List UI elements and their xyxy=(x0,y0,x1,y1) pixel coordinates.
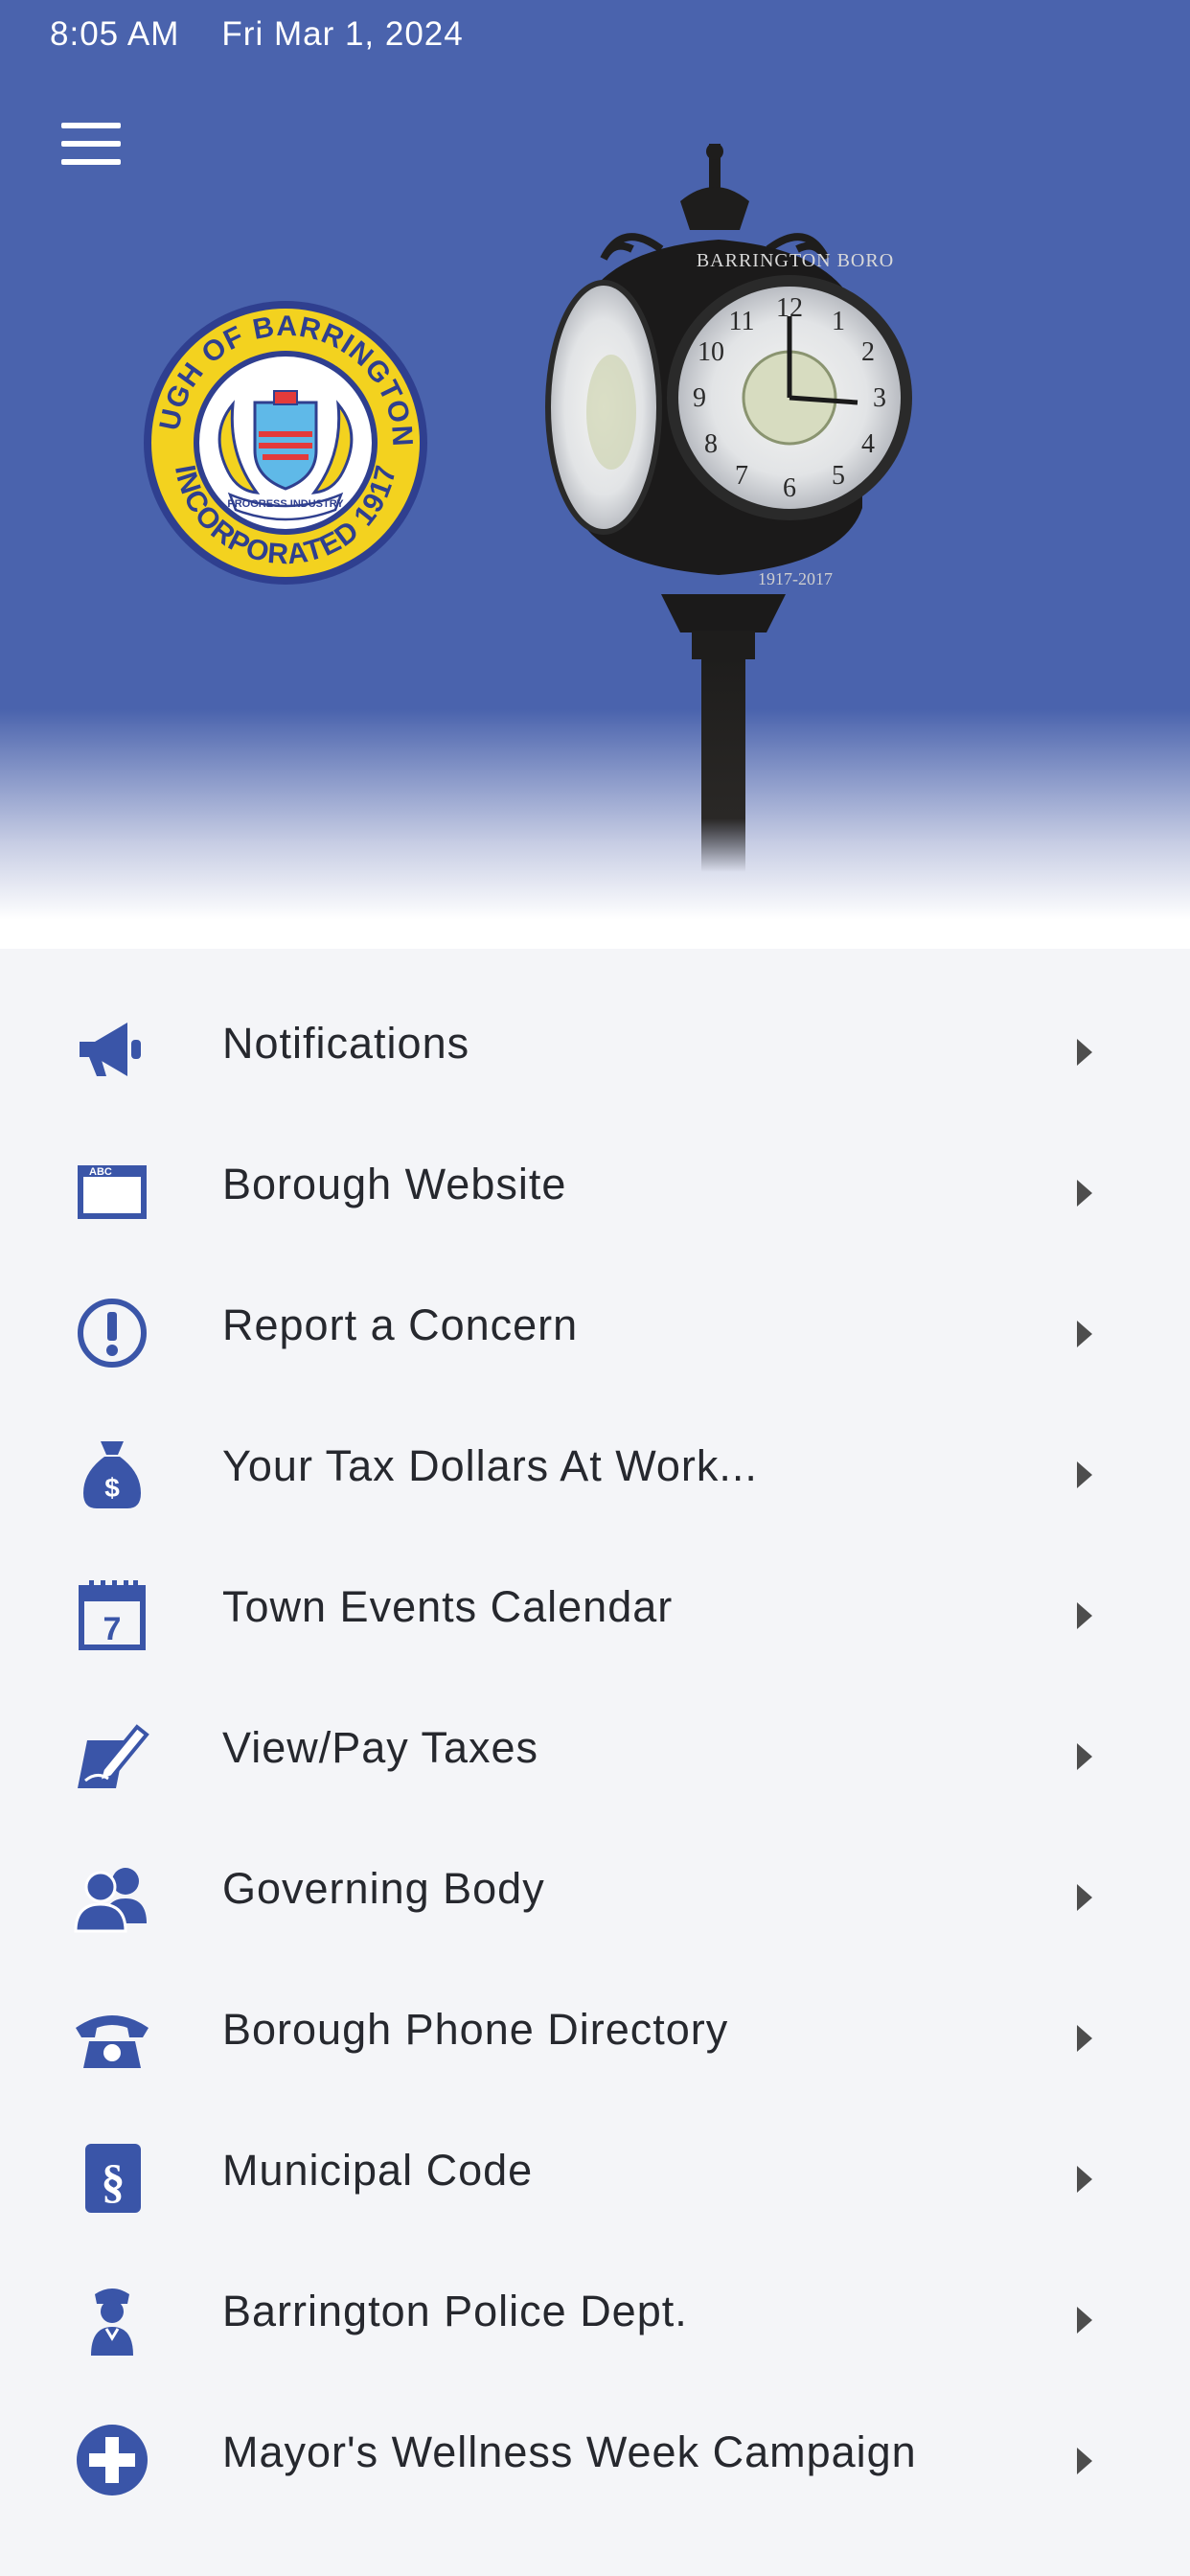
menu-item-label: Barrington Police Dept. xyxy=(222,2287,688,2335)
svg-text:7: 7 xyxy=(103,1611,122,1647)
svg-text:ABC: ABC xyxy=(89,1166,112,1178)
menu-item-phone-directory[interactable]: Borough Phone Directory xyxy=(0,1966,1190,2106)
menu-item-view-pay-taxes[interactable]: View/Pay Taxes xyxy=(0,1684,1190,1825)
status-bar: 8:05 AM Fri Mar 1, 2024 xyxy=(50,13,464,56)
telephone-icon xyxy=(71,1996,153,2079)
menu-item-report-concern[interactable]: Report a Concern xyxy=(0,1261,1190,1402)
borough-seal-logo: BOROUGH OF BARRINGTON, N.J. INCORPORATED… xyxy=(142,299,427,585)
chevron-right-icon xyxy=(1077,1884,1092,1911)
web-browser-icon: ABC xyxy=(71,1151,153,1233)
svg-text:1: 1 xyxy=(832,307,845,336)
svg-text:§: § xyxy=(102,2154,126,2208)
svg-text:7: 7 xyxy=(735,461,748,491)
svg-text:11: 11 xyxy=(729,307,755,336)
menu-item-notifications[interactable]: Notifications xyxy=(0,979,1190,1120)
chevron-right-icon xyxy=(1077,1743,1092,1770)
chevron-right-icon xyxy=(1077,1039,1092,1066)
chevron-right-icon xyxy=(1077,1180,1092,1207)
clock-years-text: 1917-2017 xyxy=(758,569,833,588)
svg-text:4: 4 xyxy=(861,429,875,459)
chevron-right-icon xyxy=(1077,1461,1092,1488)
chevron-right-icon xyxy=(1077,2166,1092,2193)
hamburger-menu-icon[interactable] xyxy=(54,115,130,172)
chevron-right-icon xyxy=(1077,2307,1092,2334)
chevron-right-icon xyxy=(1077,1321,1092,1347)
menu-item-wellness-campaign[interactable]: Mayor's Wellness Week Campaign xyxy=(0,2388,1190,2529)
section-book-icon: § xyxy=(71,2137,153,2220)
svg-text:8: 8 xyxy=(704,429,718,459)
megaphone-icon xyxy=(71,1010,153,1092)
svg-text:$: $ xyxy=(104,1473,120,1503)
svg-text:10: 10 xyxy=(698,337,724,367)
pen-document-icon xyxy=(71,1714,153,1797)
menu-item-label: Borough Website xyxy=(222,1160,567,1208)
menu-item-tax-dollars[interactable]: $ Your Tax Dollars At Work... xyxy=(0,1402,1190,1543)
svg-text:9: 9 xyxy=(693,383,706,413)
town-clock-image: 12 12 345 678 91011 BARRINGTON BORO 1917-… xyxy=(545,144,912,872)
chevron-right-icon xyxy=(1077,1602,1092,1629)
status-date: Fri Mar 1, 2024 xyxy=(221,15,464,53)
menu-item-municipal-code[interactable]: § Municipal Code xyxy=(0,2106,1190,2247)
police-officer-icon xyxy=(71,2278,153,2360)
menu-item-label: View/Pay Taxes xyxy=(222,1723,539,1772)
people-icon xyxy=(71,1855,153,1938)
menu-item-label: Your Tax Dollars At Work... xyxy=(222,1441,758,1490)
menu-item-label: Mayor's Wellness Week Campaign xyxy=(222,2427,917,2476)
menu-item-label: Municipal Code xyxy=(222,2146,534,2195)
menu-item-governing-body[interactable]: Governing Body xyxy=(0,1825,1190,1966)
menu-item-label: Borough Phone Directory xyxy=(222,2005,729,2054)
status-time: 8:05 AM xyxy=(50,15,180,53)
main-menu: Notifications ABC Borough Website Report… xyxy=(0,949,1190,2576)
menu-item-events-calendar[interactable]: 7 Town Events Calendar xyxy=(0,1543,1190,1684)
svg-text:3: 3 xyxy=(873,383,886,413)
calendar-icon: 7 xyxy=(71,1574,153,1656)
menu-item-label: Governing Body xyxy=(222,1864,545,1913)
svg-text:5: 5 xyxy=(832,461,845,491)
menu-item-borough-website[interactable]: ABC Borough Website xyxy=(0,1120,1190,1261)
svg-text:2: 2 xyxy=(861,337,875,367)
menu-item-police-dept[interactable]: Barrington Police Dept. xyxy=(0,2247,1190,2388)
header-banner: 8:05 AM Fri Mar 1, 2024 BOROUGH OF BARRI… xyxy=(0,0,1190,949)
plus-circle-icon xyxy=(71,2419,153,2501)
chevron-right-icon xyxy=(1077,2448,1092,2474)
clock-brand-text: BARRINGTON BORO xyxy=(697,250,894,271)
seal-ribbon-text: PROGRESS INDUSTRY xyxy=(227,498,344,510)
menu-item-label: Town Events Calendar xyxy=(222,1582,674,1631)
money-bag-icon: $ xyxy=(71,1433,153,1515)
exclamation-circle-icon xyxy=(71,1292,153,1374)
svg-text:6: 6 xyxy=(783,473,796,503)
chevron-right-icon xyxy=(1077,2025,1092,2052)
menu-item-label: Notifications xyxy=(222,1019,470,1068)
menu-item-label: Report a Concern xyxy=(222,1300,579,1349)
